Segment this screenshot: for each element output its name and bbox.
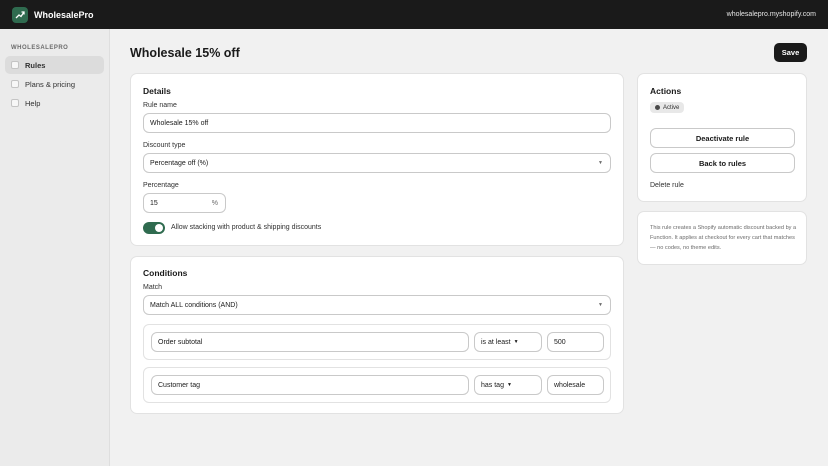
- condition-operator-value: is at least: [481, 338, 511, 346]
- condition-value-input[interactable]: wholesale: [547, 375, 604, 395]
- actions-title: Actions: [650, 86, 682, 96]
- sidebar-item-help[interactable]: Help: [5, 94, 104, 112]
- info-card: This rule creates a Shopify automatic di…: [637, 211, 807, 265]
- condition-row: Order subtotal is at least ▼ 500: [143, 324, 611, 360]
- sidebar-item-rules[interactable]: Rules: [5, 56, 104, 74]
- app-logo-icon: [12, 6, 28, 23]
- status-badge: Active: [650, 102, 685, 113]
- rule-name-label: Rule name: [143, 102, 177, 109]
- match-value: Match ALL conditions (AND): [150, 301, 238, 309]
- condition-operator-select[interactable]: has tag ▼: [474, 375, 542, 395]
- status-text: Active: [663, 104, 680, 111]
- percentage-value: 15: [150, 199, 158, 207]
- match-select[interactable]: Match ALL conditions (AND) ▼: [143, 295, 611, 315]
- condition-operator-value: has tag: [481, 381, 504, 389]
- percentage-label: Percentage: [143, 182, 179, 189]
- back-to-rules-button[interactable]: Back to rules: [650, 153, 795, 173]
- info-text: This rule creates a Shopify automatic di…: [650, 225, 797, 251]
- save-button[interactable]: Save: [774, 43, 807, 62]
- match-label: Match: [143, 284, 163, 291]
- discount-type-value: Percentage off (%): [150, 159, 209, 167]
- condition-field-value: Customer tag: [158, 381, 201, 389]
- sidebar-item-label: Help: [25, 98, 41, 108]
- app-name: WholesalePro: [34, 9, 94, 20]
- rules-icon: [11, 61, 19, 69]
- condition-field-select[interactable]: Customer tag: [151, 375, 469, 395]
- help-icon: [11, 99, 19, 107]
- condition-value: 500: [554, 338, 566, 346]
- stacking-toggle[interactable]: [143, 222, 165, 234]
- top-bar: WholesalePro wholesalepro.myshopify.com: [0, 0, 828, 29]
- conditions-card: Conditions Match Match ALL conditions (A…: [130, 256, 624, 414]
- chevron-down-icon: ▼: [598, 160, 603, 166]
- details-card: Details Rule name Wholesale 15% off Disc…: [130, 73, 624, 246]
- details-title: Details: [143, 86, 171, 96]
- page-title: Wholesale 15% off: [130, 46, 240, 60]
- actions-card: Actions Active Deactivate rule Back to r…: [637, 73, 807, 202]
- sidebar-item-plans-pricing[interactable]: Plans & pricing: [5, 75, 104, 93]
- trend-arrow-icon: [15, 10, 25, 18]
- delete-rule-link[interactable]: Delete rule: [650, 182, 684, 189]
- condition-field-value: Order subtotal: [158, 338, 203, 346]
- sidebar-item-label: Plans & pricing: [25, 79, 76, 89]
- condition-field-select[interactable]: Order subtotal: [151, 332, 469, 352]
- chevron-down-icon: ▼: [506, 382, 512, 388]
- rule-name-input[interactable]: Wholesale 15% off: [143, 113, 611, 133]
- status-dot-icon: [655, 105, 660, 110]
- condition-value: wholesale: [554, 381, 586, 389]
- chevron-down-icon: ▼: [513, 339, 519, 345]
- percentage-suffix: %: [211, 199, 218, 207]
- conditions-title: Conditions: [143, 268, 188, 278]
- chevron-down-icon: ▼: [598, 302, 603, 308]
- shop-domain[interactable]: wholesalepro.myshopify.com: [727, 11, 816, 18]
- stacking-label: Allow stacking with product & shipping d…: [171, 224, 322, 231]
- deactivate-rule-button[interactable]: Deactivate rule: [650, 128, 795, 148]
- rule-name-value: Wholesale 15% off: [150, 119, 209, 127]
- condition-value-input[interactable]: 500: [547, 332, 604, 352]
- percentage-input[interactable]: 15 %: [143, 193, 226, 213]
- plans-icon: [11, 80, 19, 88]
- condition-row: Customer tag has tag ▼ wholesale: [143, 367, 611, 403]
- discount-type-label: Discount type: [143, 142, 186, 149]
- sidebar-item-label: Rules: [25, 60, 46, 70]
- sidebar-heading: WHOLESALEPRO: [11, 45, 69, 51]
- discount-type-select[interactable]: Percentage off (%) ▼: [143, 153, 611, 173]
- sidebar: WHOLESALEPRO Rules Plans & pricing Help: [0, 29, 110, 466]
- condition-operator-select[interactable]: is at least ▼: [474, 332, 542, 352]
